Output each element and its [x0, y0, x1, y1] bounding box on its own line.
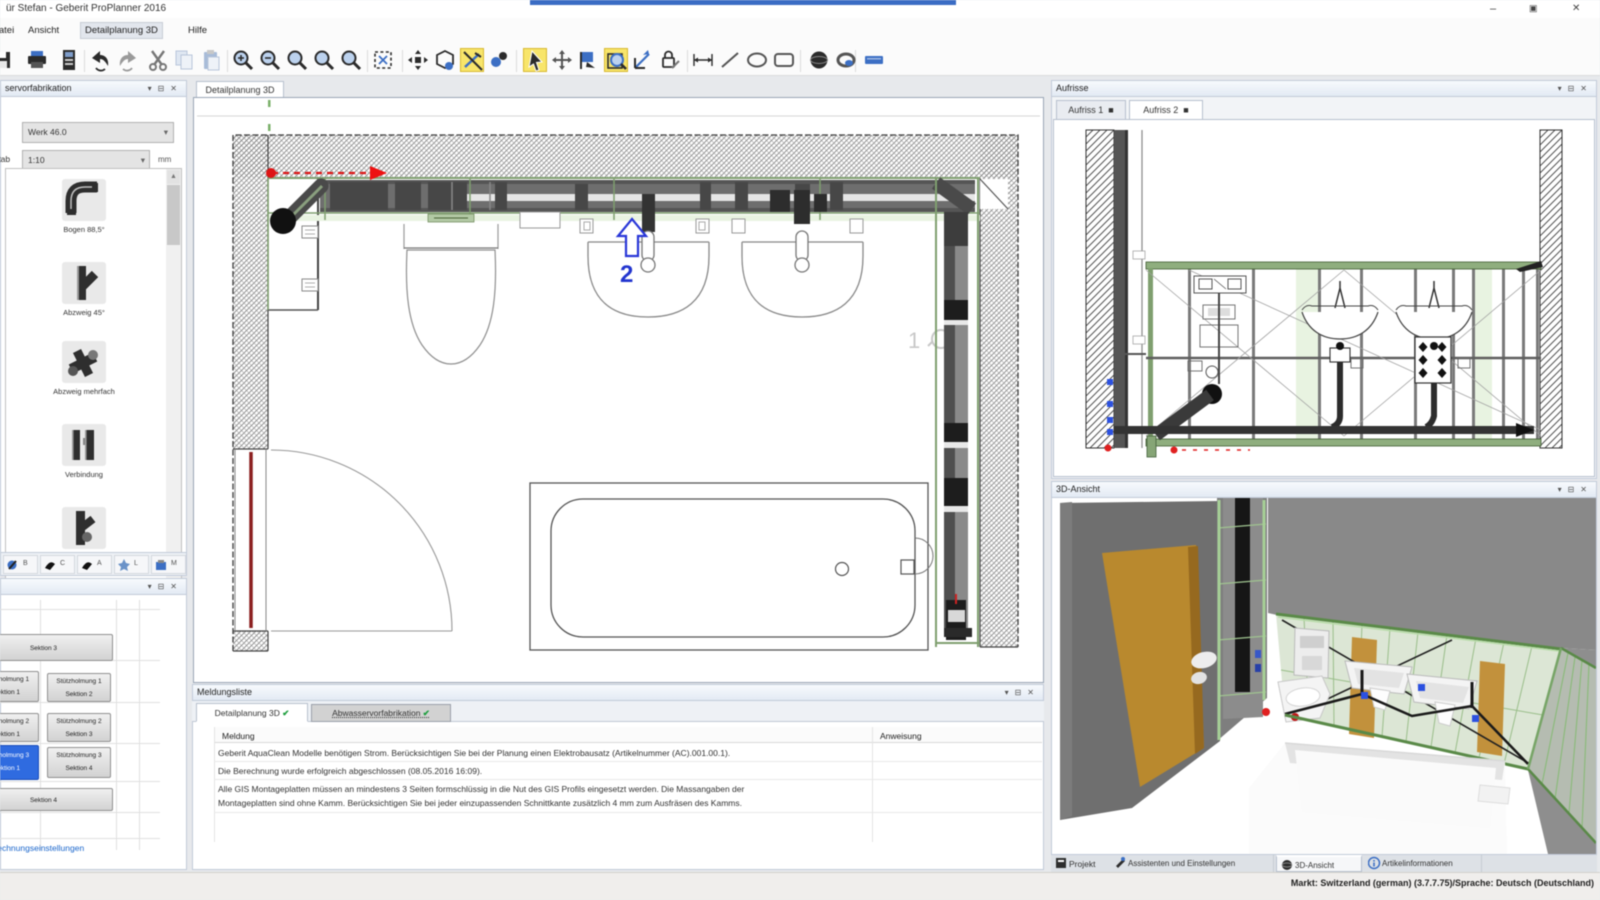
svg-text:2: 2	[620, 261, 633, 288]
svg-text:1: 1	[908, 328, 920, 353]
